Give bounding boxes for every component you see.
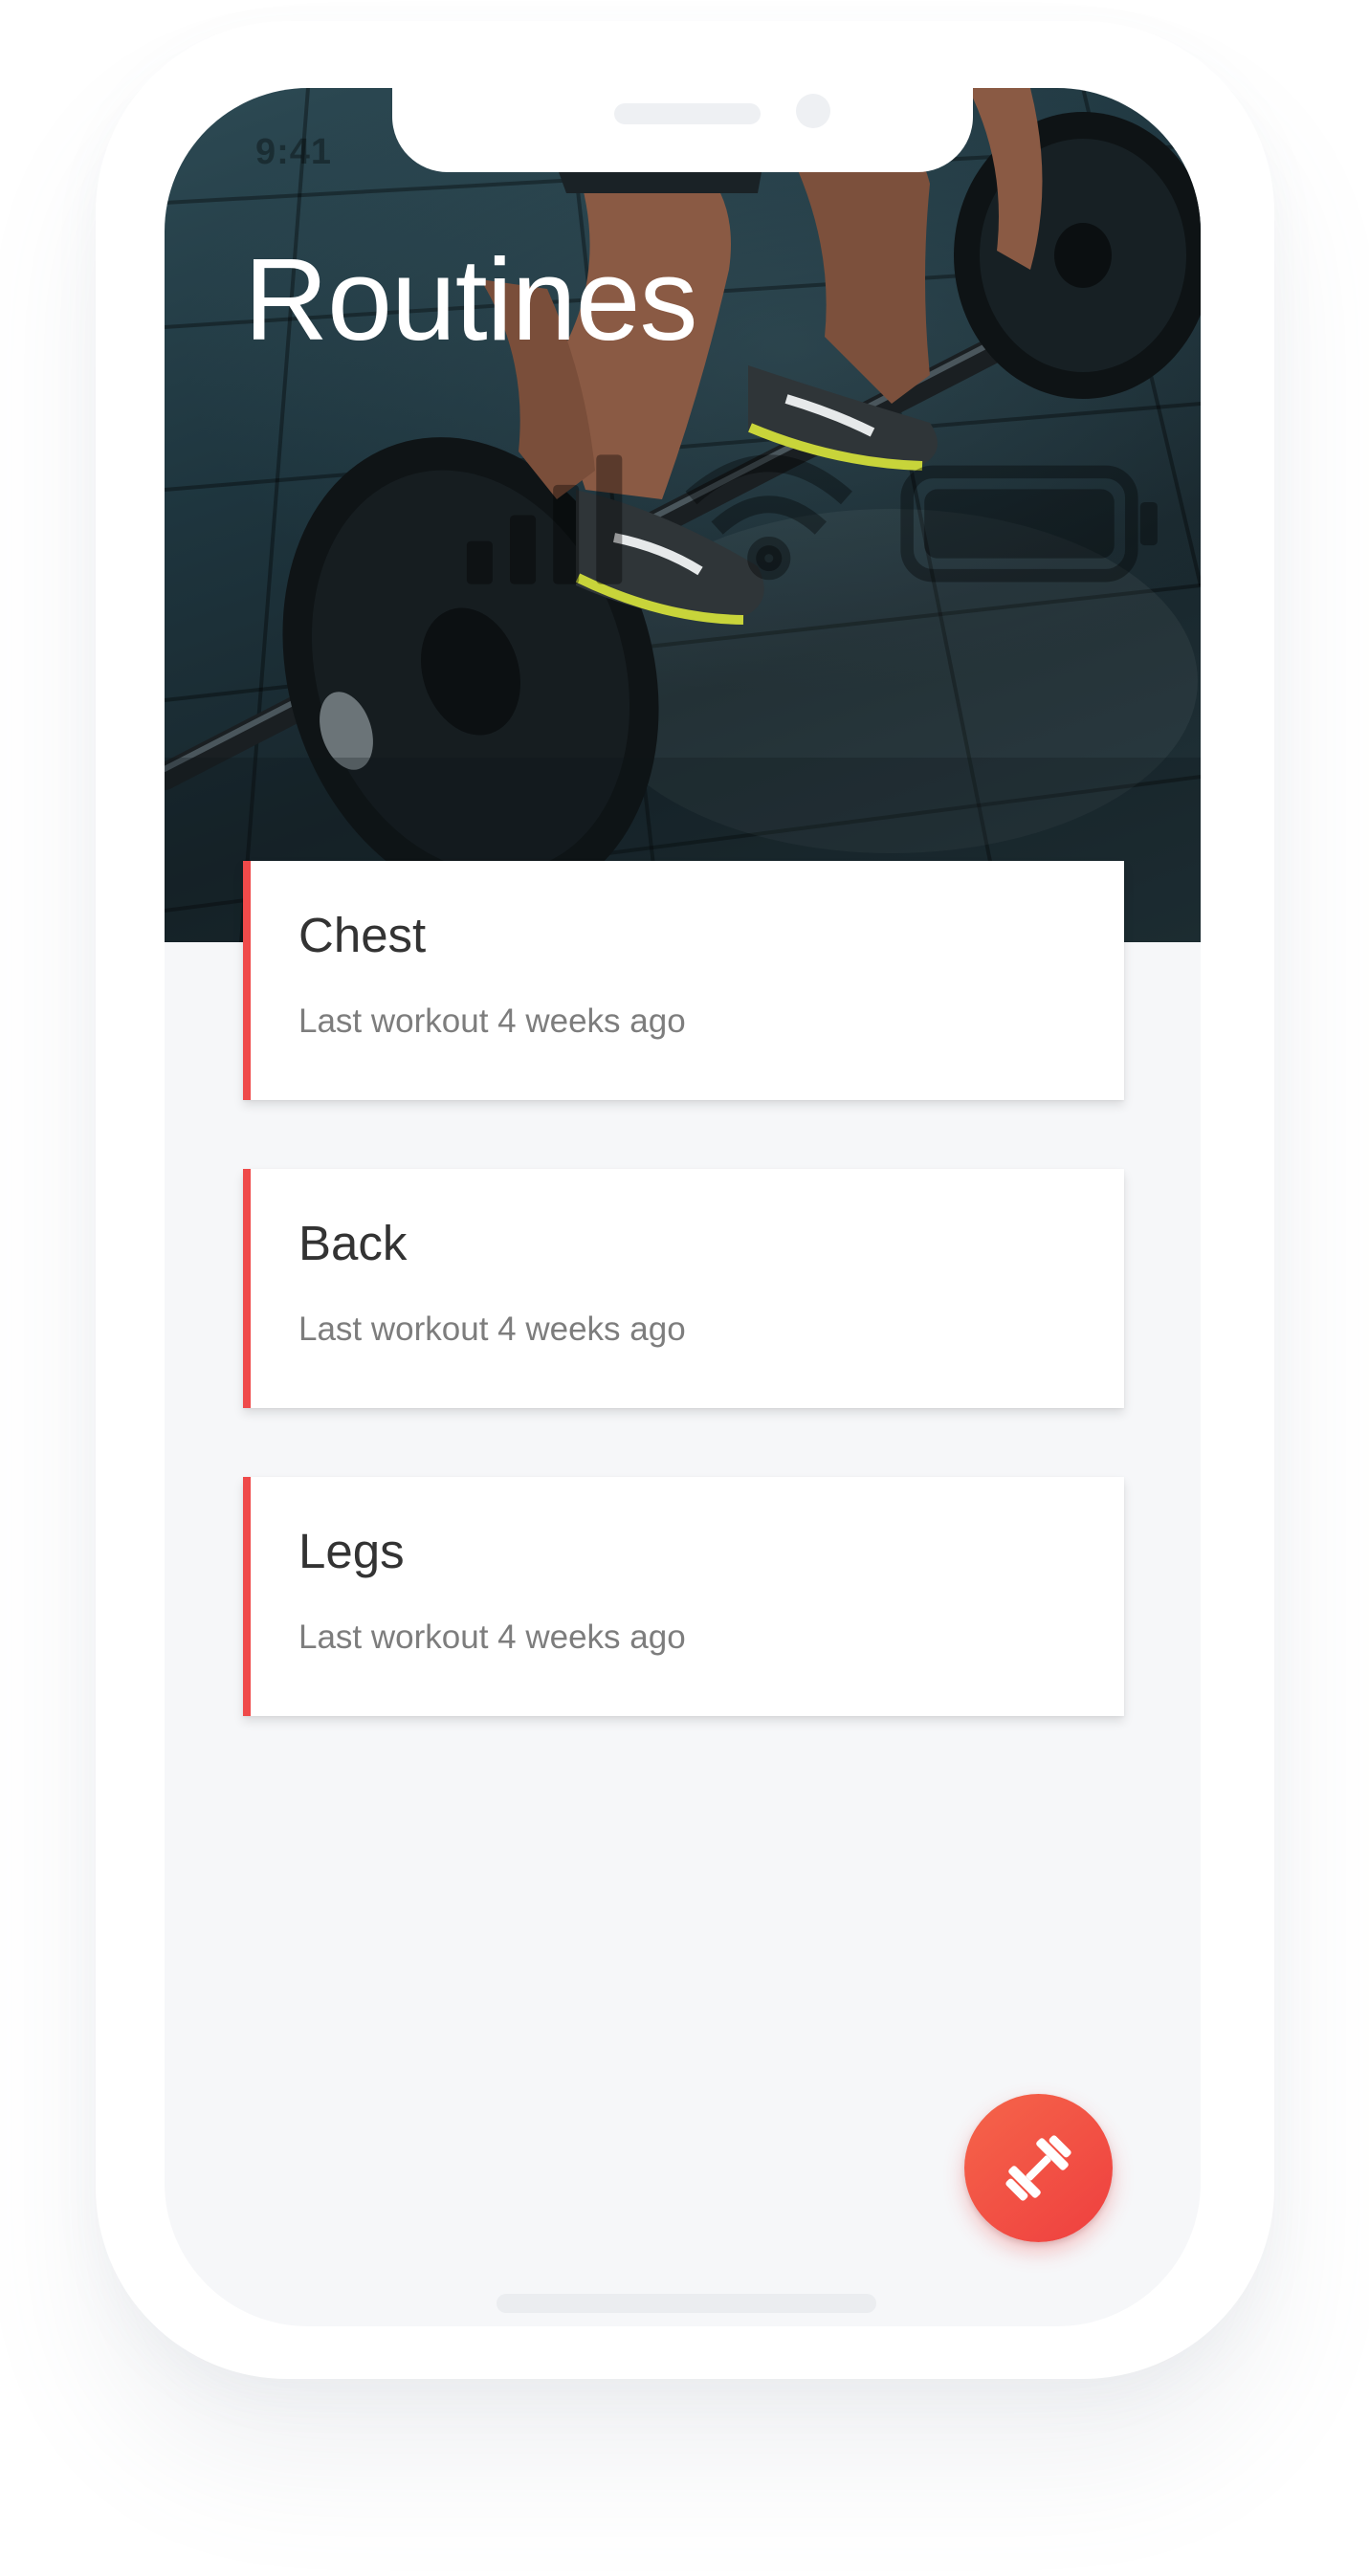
hero-image: 9:41 Routines: [165, 88, 1201, 942]
home-indicator[interactable]: [497, 2294, 876, 2313]
signal-icon: [466, 454, 623, 584]
page-title: Routines: [244, 234, 698, 364]
routine-name: Legs: [298, 1524, 405, 1578]
routine-name: Back: [298, 1216, 408, 1270]
wifi-icon: [685, 454, 852, 581]
routine-last-workout: Last workout 4 weeks ago: [298, 1002, 686, 1040]
status-icons: [466, 454, 1158, 584]
routine-card-chest[interactable]: Chest Last workout 4 weeks ago: [243, 861, 1124, 1100]
routine-list: Chest Last workout 4 weeks ago Back Last…: [243, 861, 1124, 1785]
speaker-grille: [614, 103, 761, 124]
start-workout-button[interactable]: [964, 2094, 1113, 2242]
routine-card-legs[interactable]: Legs Last workout 4 weeks ago: [243, 1477, 1124, 1716]
front-camera: [796, 94, 830, 128]
dumbbell-icon: [1005, 2135, 1071, 2201]
battery-icon: [900, 465, 1158, 583]
routine-name: Chest: [298, 908, 427, 962]
routine-card-back[interactable]: Back Last workout 4 weeks ago: [243, 1169, 1124, 1408]
routine-last-workout: Last workout 4 weeks ago: [298, 1618, 686, 1656]
app-screen: 9:41 Routines Chest Last workout 4 weeks…: [165, 88, 1201, 2326]
device-notch: [392, 88, 973, 172]
routine-last-workout: Last workout 4 weeks ago: [298, 1310, 686, 1348]
